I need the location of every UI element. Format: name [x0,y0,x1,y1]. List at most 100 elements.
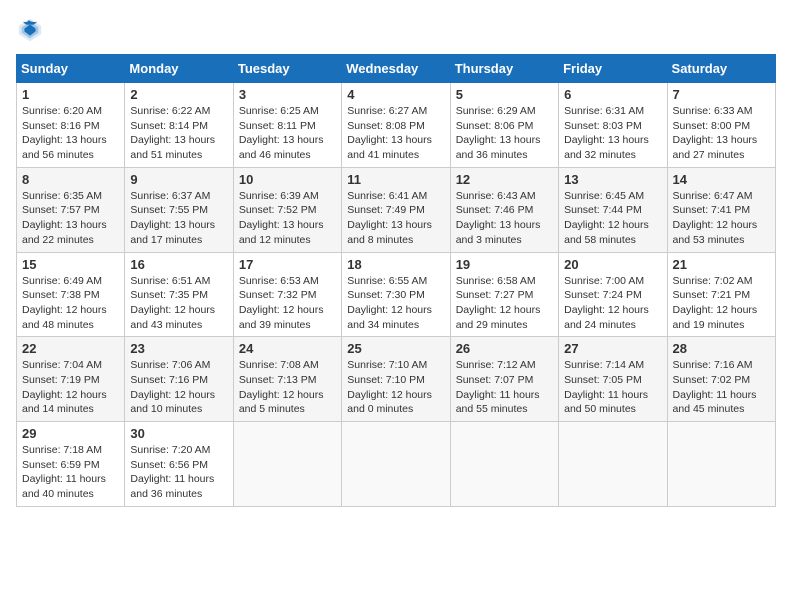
day-detail: Sunrise: 7:00 AMSunset: 7:24 PMDaylight:… [564,274,661,333]
day-detail: Sunrise: 6:20 AMSunset: 8:16 PMDaylight:… [22,104,119,163]
day-number: 5 [456,87,553,102]
day-detail: Sunrise: 6:58 AMSunset: 7:27 PMDaylight:… [456,274,553,333]
calendar-cell [667,422,775,507]
calendar-cell: 14 Sunrise: 6:47 AMSunset: 7:41 PMDaylig… [667,167,775,252]
page-header [16,16,776,44]
day-number: 8 [22,172,119,187]
day-number: 27 [564,341,661,356]
day-detail: Sunrise: 7:10 AMSunset: 7:10 PMDaylight:… [347,358,444,417]
calendar-cell: 24 Sunrise: 7:08 AMSunset: 7:13 PMDaylig… [233,337,341,422]
calendar-cell: 17 Sunrise: 6:53 AMSunset: 7:32 PMDaylig… [233,252,341,337]
day-number: 9 [130,172,227,187]
day-number: 13 [564,172,661,187]
day-detail: Sunrise: 6:35 AMSunset: 7:57 PMDaylight:… [22,189,119,248]
day-number: 4 [347,87,444,102]
day-number: 10 [239,172,336,187]
day-detail: Sunrise: 7:14 AMSunset: 7:05 PMDaylight:… [564,358,661,417]
header-day-monday: Monday [125,55,233,83]
day-detail: Sunrise: 7:20 AMSunset: 6:56 PMDaylight:… [130,443,227,502]
day-detail: Sunrise: 7:04 AMSunset: 7:19 PMDaylight:… [22,358,119,417]
header-day-friday: Friday [559,55,667,83]
calendar-cell: 3 Sunrise: 6:25 AMSunset: 8:11 PMDayligh… [233,83,341,168]
calendar-cell [450,422,558,507]
day-detail: Sunrise: 6:49 AMSunset: 7:38 PMDaylight:… [22,274,119,333]
header-day-saturday: Saturday [667,55,775,83]
calendar-cell: 23 Sunrise: 7:06 AMSunset: 7:16 PMDaylig… [125,337,233,422]
day-number: 23 [130,341,227,356]
day-number: 12 [456,172,553,187]
day-number: 30 [130,426,227,441]
header-day-thursday: Thursday [450,55,558,83]
day-number: 25 [347,341,444,356]
day-number: 15 [22,257,119,272]
calendar-cell: 28 Sunrise: 7:16 AMSunset: 7:02 PMDaylig… [667,337,775,422]
day-detail: Sunrise: 7:12 AMSunset: 7:07 PMDaylight:… [456,358,553,417]
calendar-week-3: 15 Sunrise: 6:49 AMSunset: 7:38 PMDaylig… [17,252,776,337]
day-detail: Sunrise: 6:29 AMSunset: 8:06 PMDaylight:… [456,104,553,163]
calendar-cell: 18 Sunrise: 6:55 AMSunset: 7:30 PMDaylig… [342,252,450,337]
day-detail: Sunrise: 6:31 AMSunset: 8:03 PMDaylight:… [564,104,661,163]
calendar-cell: 6 Sunrise: 6:31 AMSunset: 8:03 PMDayligh… [559,83,667,168]
day-number: 3 [239,87,336,102]
day-number: 11 [347,172,444,187]
calendar-cell: 20 Sunrise: 7:00 AMSunset: 7:24 PMDaylig… [559,252,667,337]
day-detail: Sunrise: 7:06 AMSunset: 7:16 PMDaylight:… [130,358,227,417]
day-detail: Sunrise: 6:51 AMSunset: 7:35 PMDaylight:… [130,274,227,333]
calendar-week-5: 29 Sunrise: 7:18 AMSunset: 6:59 PMDaylig… [17,422,776,507]
header-day-wednesday: Wednesday [342,55,450,83]
day-number: 6 [564,87,661,102]
calendar-week-2: 8 Sunrise: 6:35 AMSunset: 7:57 PMDayligh… [17,167,776,252]
calendar-body: 1 Sunrise: 6:20 AMSunset: 8:16 PMDayligh… [17,83,776,507]
calendar-cell: 9 Sunrise: 6:37 AMSunset: 7:55 PMDayligh… [125,167,233,252]
calendar-cell: 25 Sunrise: 7:10 AMSunset: 7:10 PMDaylig… [342,337,450,422]
calendar-cell: 8 Sunrise: 6:35 AMSunset: 7:57 PMDayligh… [17,167,125,252]
day-number: 26 [456,341,553,356]
header-day-tuesday: Tuesday [233,55,341,83]
day-detail: Sunrise: 7:08 AMSunset: 7:13 PMDaylight:… [239,358,336,417]
calendar-cell: 5 Sunrise: 6:29 AMSunset: 8:06 PMDayligh… [450,83,558,168]
calendar-cell: 15 Sunrise: 6:49 AMSunset: 7:38 PMDaylig… [17,252,125,337]
day-detail: Sunrise: 6:41 AMSunset: 7:49 PMDaylight:… [347,189,444,248]
day-number: 7 [673,87,770,102]
calendar-table: SundayMondayTuesdayWednesdayThursdayFrid… [16,54,776,507]
day-detail: Sunrise: 6:43 AMSunset: 7:46 PMDaylight:… [456,189,553,248]
day-number: 24 [239,341,336,356]
calendar-cell: 19 Sunrise: 6:58 AMSunset: 7:27 PMDaylig… [450,252,558,337]
calendar-cell: 30 Sunrise: 7:20 AMSunset: 6:56 PMDaylig… [125,422,233,507]
day-number: 1 [22,87,119,102]
calendar-cell: 13 Sunrise: 6:45 AMSunset: 7:44 PMDaylig… [559,167,667,252]
day-detail: Sunrise: 6:37 AMSunset: 7:55 PMDaylight:… [130,189,227,248]
day-number: 22 [22,341,119,356]
calendar-cell: 1 Sunrise: 6:20 AMSunset: 8:16 PMDayligh… [17,83,125,168]
header-row: SundayMondayTuesdayWednesdayThursdayFrid… [17,55,776,83]
day-number: 18 [347,257,444,272]
calendar-cell: 4 Sunrise: 6:27 AMSunset: 8:08 PMDayligh… [342,83,450,168]
calendar-cell: 10 Sunrise: 6:39 AMSunset: 7:52 PMDaylig… [233,167,341,252]
calendar-cell: 12 Sunrise: 6:43 AMSunset: 7:46 PMDaylig… [450,167,558,252]
day-detail: Sunrise: 7:02 AMSunset: 7:21 PMDaylight:… [673,274,770,333]
calendar-cell: 21 Sunrise: 7:02 AMSunset: 7:21 PMDaylig… [667,252,775,337]
logo-icon [16,16,44,44]
calendar-cell [559,422,667,507]
calendar-cell: 7 Sunrise: 6:33 AMSunset: 8:00 PMDayligh… [667,83,775,168]
day-detail: Sunrise: 6:53 AMSunset: 7:32 PMDaylight:… [239,274,336,333]
calendar-cell: 11 Sunrise: 6:41 AMSunset: 7:49 PMDaylig… [342,167,450,252]
day-detail: Sunrise: 6:22 AMSunset: 8:14 PMDaylight:… [130,104,227,163]
logo [16,16,48,44]
day-detail: Sunrise: 7:16 AMSunset: 7:02 PMDaylight:… [673,358,770,417]
day-detail: Sunrise: 6:39 AMSunset: 7:52 PMDaylight:… [239,189,336,248]
calendar-cell: 26 Sunrise: 7:12 AMSunset: 7:07 PMDaylig… [450,337,558,422]
day-number: 2 [130,87,227,102]
day-detail: Sunrise: 7:18 AMSunset: 6:59 PMDaylight:… [22,443,119,502]
day-detail: Sunrise: 6:47 AMSunset: 7:41 PMDaylight:… [673,189,770,248]
day-number: 14 [673,172,770,187]
calendar-cell: 16 Sunrise: 6:51 AMSunset: 7:35 PMDaylig… [125,252,233,337]
day-detail: Sunrise: 6:27 AMSunset: 8:08 PMDaylight:… [347,104,444,163]
day-number: 17 [239,257,336,272]
calendar-cell: 2 Sunrise: 6:22 AMSunset: 8:14 PMDayligh… [125,83,233,168]
calendar-header: SundayMondayTuesdayWednesdayThursdayFrid… [17,55,776,83]
day-number: 19 [456,257,553,272]
day-detail: Sunrise: 6:33 AMSunset: 8:00 PMDaylight:… [673,104,770,163]
day-number: 28 [673,341,770,356]
day-number: 20 [564,257,661,272]
